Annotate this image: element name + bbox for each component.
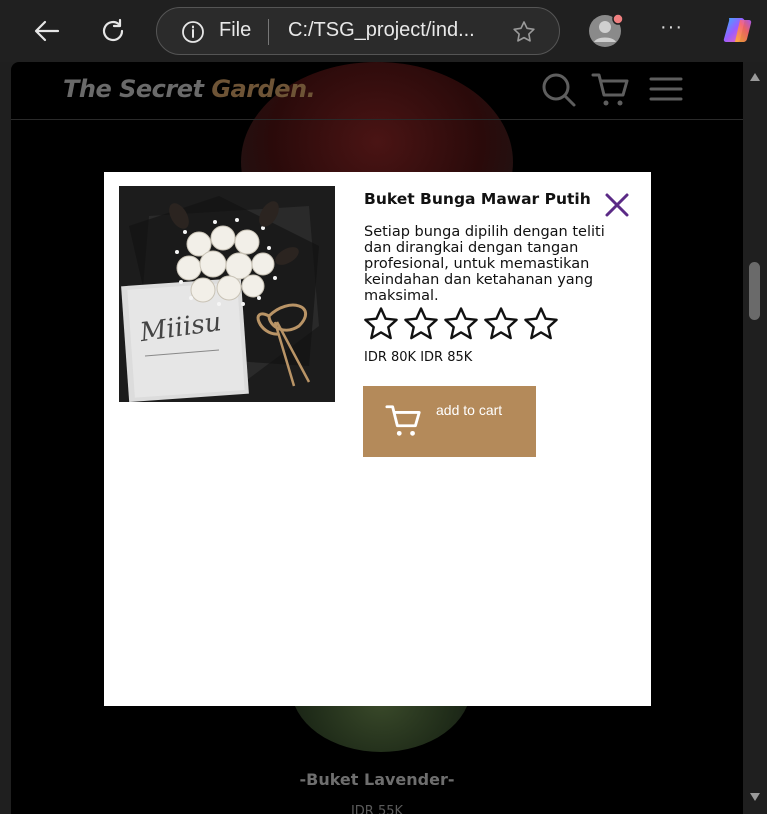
product-description: Setiap bunga dipilih dengan teliti dan d…: [364, 224, 605, 304]
page-scrollbar[interactable]: [743, 62, 767, 814]
address-scheme-label: File: [219, 19, 252, 41]
bouquet-image: Miiisu: [119, 186, 335, 402]
star-outline-icon[interactable]: [363, 306, 399, 342]
scroll-up-arrow-icon[interactable]: [749, 72, 761, 82]
copilot-button[interactable]: [720, 12, 756, 48]
star-outline-icon[interactable]: [483, 306, 519, 342]
logo-text: The Secret: [63, 75, 212, 103]
site-logo[interactable]: The Secret Garden.: [63, 75, 316, 103]
star-outline-icon[interactable]: [443, 306, 479, 342]
product-modal: Miiisu Buket Bunga Mawar Putih Setiap bu…: [104, 172, 651, 706]
site-header: The Secret Garden.: [11, 62, 743, 120]
address-separator: [268, 19, 269, 45]
reload-button[interactable]: [96, 14, 130, 48]
add-to-cart-button[interactable]: add to cart: [363, 386, 536, 457]
add-to-cart-label: add to cart: [436, 402, 503, 418]
favorite-star-icon[interactable]: [511, 19, 537, 45]
address-bar[interactable]: File C:/TSG_project/ind...: [156, 7, 560, 55]
copilot-icon: [723, 18, 752, 42]
cart-icon: [385, 405, 421, 436]
background-product-title: -Buket Lavender-: [299, 770, 455, 789]
scroll-down-arrow-icon[interactable]: [749, 792, 761, 802]
menu-icon[interactable]: [647, 70, 687, 110]
product-price: IDR 80K IDR 85K: [364, 350, 473, 365]
url-text[interactable]: C:/TSG_project/ind...: [288, 19, 475, 42]
close-icon[interactable]: [604, 192, 630, 218]
browser-toolbar: File C:/TSG_project/ind... ···: [0, 0, 767, 62]
background-product-price: IDR 55K: [350, 804, 404, 814]
info-icon[interactable]: [181, 20, 205, 44]
product-title: Buket Bunga Mawar Putih: [364, 190, 591, 208]
reload-icon: [102, 18, 124, 42]
search-icon[interactable]: [539, 70, 579, 110]
back-icon: [34, 20, 60, 42]
back-button[interactable]: [30, 14, 64, 48]
scrollbar-thumb[interactable]: [749, 262, 760, 320]
rating-stars: [363, 306, 559, 342]
product-image: Miiisu: [119, 186, 335, 402]
profile-button[interactable]: [588, 13, 624, 49]
more-menu-button[interactable]: ···: [660, 16, 683, 39]
cart-icon[interactable]: [591, 70, 631, 110]
star-outline-icon[interactable]: [523, 306, 559, 342]
profile-icon: [589, 13, 624, 47]
star-outline-icon[interactable]: [403, 306, 439, 342]
logo-accent-text: Garden.: [211, 75, 316, 103]
